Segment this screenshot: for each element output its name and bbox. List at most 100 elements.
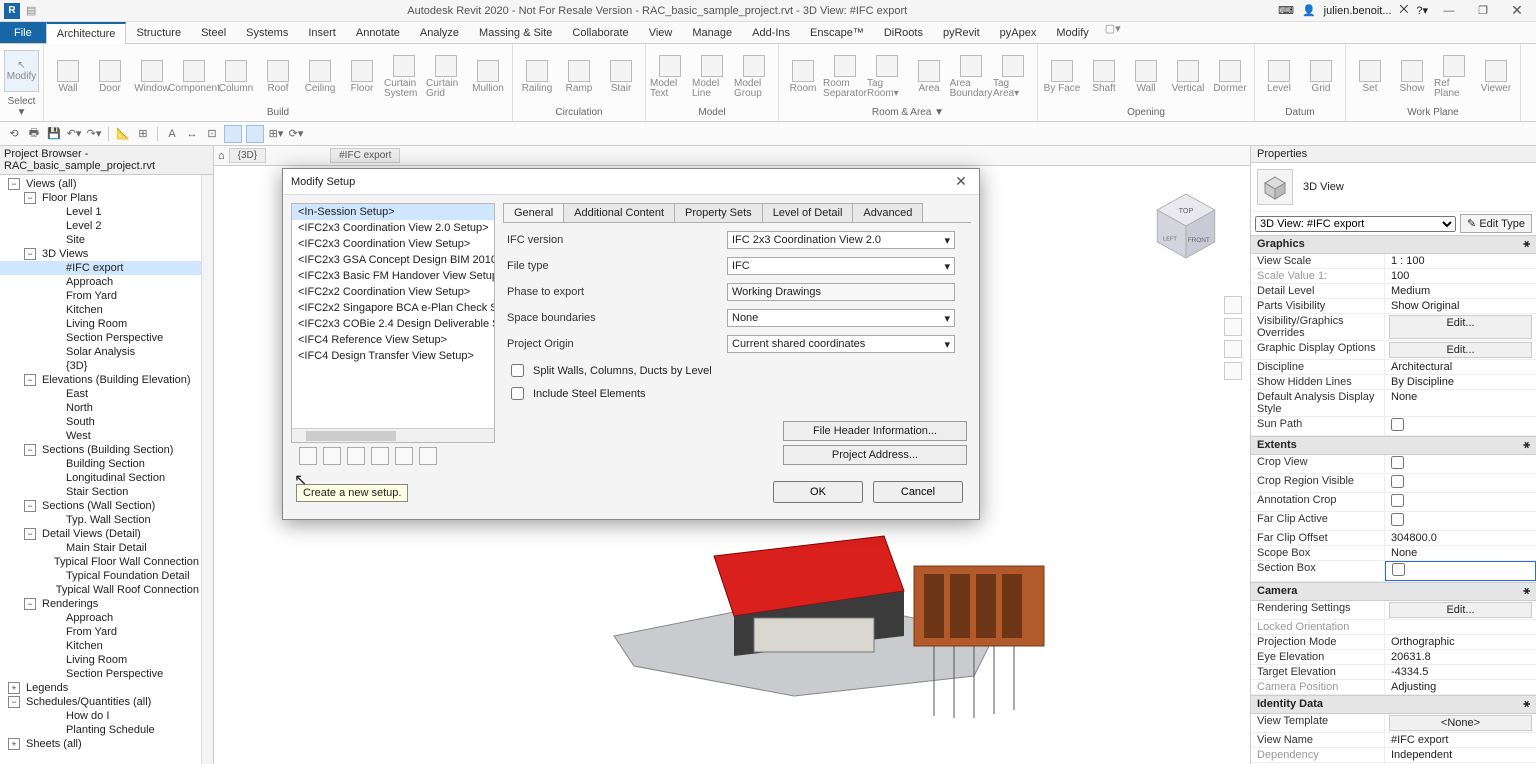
qat-save-icon[interactable]: 💾 [46,126,62,142]
ribbon-collapse-icon[interactable]: ▢▾ [1099,22,1127,43]
nav-wheel-icon[interactable] [1224,296,1242,314]
tree-item[interactable]: Longitudinal Section [0,471,201,485]
ribbon-tag-room-[interactable]: Tag Room▾ [867,55,907,99]
tab-addins[interactable]: Add-Ins [742,22,800,43]
prop-row[interactable]: Crop View [1251,455,1536,474]
prop-row[interactable]: Rendering SettingsEdit... [1251,601,1536,620]
nav-zoom-icon[interactable] [1224,340,1242,358]
tree-item[interactable]: −Detail Views (Detail) [0,527,201,541]
prop-row[interactable]: Crop Region Visible [1251,474,1536,493]
ok-button[interactable]: OK [773,481,863,503]
file-menu[interactable]: File [0,22,46,43]
tree-item[interactable]: Typical Wall Roof Connection [0,583,201,597]
ribbon-mullion[interactable]: Mullion [468,60,508,94]
vp-tab-ifc[interactable]: #IFC export [330,148,400,163]
tree-item[interactable]: −Floor Plans [0,191,201,205]
qat-undo-icon[interactable]: ↶▾ [66,126,82,142]
file-type-select[interactable]: IFC▾ [727,257,955,275]
tree-item[interactable]: Main Stair Detail [0,541,201,555]
setup-list-hscroll[interactable] [292,428,494,442]
dlg-tab-advanced[interactable]: Advanced [852,203,923,222]
tab-structure[interactable]: Structure [126,22,191,43]
tree-item[interactable]: Approach [0,611,201,625]
tab-manage[interactable]: Manage [682,22,742,43]
tree-item[interactable]: −Sections (Building Section) [0,443,201,457]
qat-thinlines[interactable] [224,125,242,143]
prop-row[interactable]: DisciplineArchitectural [1251,360,1536,375]
prop-group[interactable]: Extents⚹ [1251,436,1536,455]
prop-row[interactable]: DependencyIndependent [1251,748,1536,763]
tree-item[interactable]: Typical Floor Wall Connection [0,555,201,569]
view-cube[interactable]: TOP FRONT LEFT [1146,186,1226,266]
qat-align-icon[interactable]: ⊞ [135,126,151,142]
setup-option[interactable]: <IFC2x3 Coordination View 2.0 Setup> [292,220,494,236]
ribbon-model-text[interactable]: Model Text [650,55,690,99]
minimize-button[interactable]: — [1436,2,1462,20]
prop-group[interactable]: Identity Data⚹ [1251,695,1536,714]
tab-annotate[interactable]: Annotate [346,22,410,43]
setup-option[interactable]: <IFC2x3 GSA Concept Design BIM 2010 Setu… [292,252,494,268]
prop-row[interactable]: View Scale1 : 100 [1251,254,1536,269]
tree-item[interactable]: West [0,429,201,443]
ribbon-component[interactable]: Component [174,60,214,94]
ribbon-ceiling[interactable]: Ceiling [300,60,340,94]
ribbon-viewer[interactable]: Viewer [1476,60,1516,94]
keyboard-icon[interactable]: ⌨ [1278,4,1294,17]
steel-checkbox[interactable] [511,387,524,400]
qat-dim-icon[interactable]: ↔ [184,126,200,142]
ribbon-door[interactable]: Door [90,60,130,94]
prop-row[interactable]: Far Clip Offset304800.0 [1251,531,1536,546]
dlg-tab-additional-content[interactable]: Additional Content [563,203,675,222]
tree-item[interactable]: Solar Analysis [0,345,201,359]
tree-item[interactable]: Typ. Wall Section [0,513,201,527]
prop-row[interactable]: Scale Value 1:100 [1251,269,1536,284]
nav-bar[interactable] [1224,296,1244,380]
setup-option[interactable]: <IFC2x3 COBie 2.4 Design Deliverable Set… [292,316,494,332]
tree-item[interactable]: South [0,415,201,429]
prop-group[interactable]: Camera⚹ [1251,582,1536,601]
ribbon-room[interactable]: Room [783,60,823,94]
prop-row[interactable]: Default Analysis Display StyleNone [1251,390,1536,417]
tree-item[interactable]: From Yard [0,289,201,303]
export-setup-button[interactable] [419,447,437,465]
ribbon-column[interactable]: Column [216,60,256,94]
exchange-icon[interactable]: ⨉ [1400,4,1409,17]
tree-item[interactable]: Level 2 [0,219,201,233]
dlg-tab-property-sets[interactable]: Property Sets [674,203,763,222]
prop-row[interactable]: View Name#IFC export [1251,733,1536,748]
edit-type-button[interactable]: ✎ Edit Type [1460,214,1532,233]
prop-row[interactable]: Annotation Crop [1251,493,1536,512]
ribbon-ref-plane[interactable]: Ref Plane [1434,55,1474,99]
tree-item[interactable]: Approach [0,275,201,289]
ribbon-floor[interactable]: Floor [342,60,382,94]
vp-home-icon[interactable]: ⌂ [218,150,225,162]
prop-row[interactable]: Projection ModeOrthographic [1251,635,1536,650]
rename-setup-button[interactable] [347,447,365,465]
setup-option[interactable]: <IFC2x2 Coordination View Setup> [292,284,494,300]
ribbon-model-group[interactable]: Model Group [734,55,774,99]
tree-item[interactable]: Building Section [0,457,201,471]
prop-row[interactable]: Show Hidden LinesBy Discipline [1251,375,1536,390]
ribbon-show[interactable]: Show [1392,60,1432,94]
tree-item[interactable]: Level 1 [0,205,201,219]
ribbon-dormer[interactable]: Dormer [1210,60,1250,94]
browser-scrollbar[interactable] [201,175,213,764]
ribbon-set[interactable]: Set [1350,60,1390,94]
tree-item[interactable]: Section Perspective [0,667,201,681]
tree-item[interactable]: −Views (all) [0,177,201,191]
qat-tag-icon[interactable]: ⊡ [204,126,220,142]
tree-item[interactable]: Kitchen [0,639,201,653]
prop-row[interactable]: Sun Path [1251,417,1536,436]
tree-item[interactable]: #IFC export [0,261,201,275]
tab-architecture[interactable]: Architecture [46,22,127,44]
cancel-button[interactable]: Cancel [873,481,963,503]
origin-select[interactable]: Current shared coordinates▾ [727,335,955,353]
prop-row[interactable]: Locked Orientation [1251,620,1536,635]
ribbon-area[interactable]: Area [909,60,949,94]
restore-button[interactable]: ❐ [1470,2,1496,20]
prop-row[interactable]: Camera PositionAdjusting [1251,680,1536,695]
project-address-button[interactable]: Project Address... [783,445,967,465]
copy-setup-button[interactable] [323,447,341,465]
tree-item[interactable]: Section Perspective [0,331,201,345]
setup-option[interactable]: <In-Session Setup> [292,204,494,220]
